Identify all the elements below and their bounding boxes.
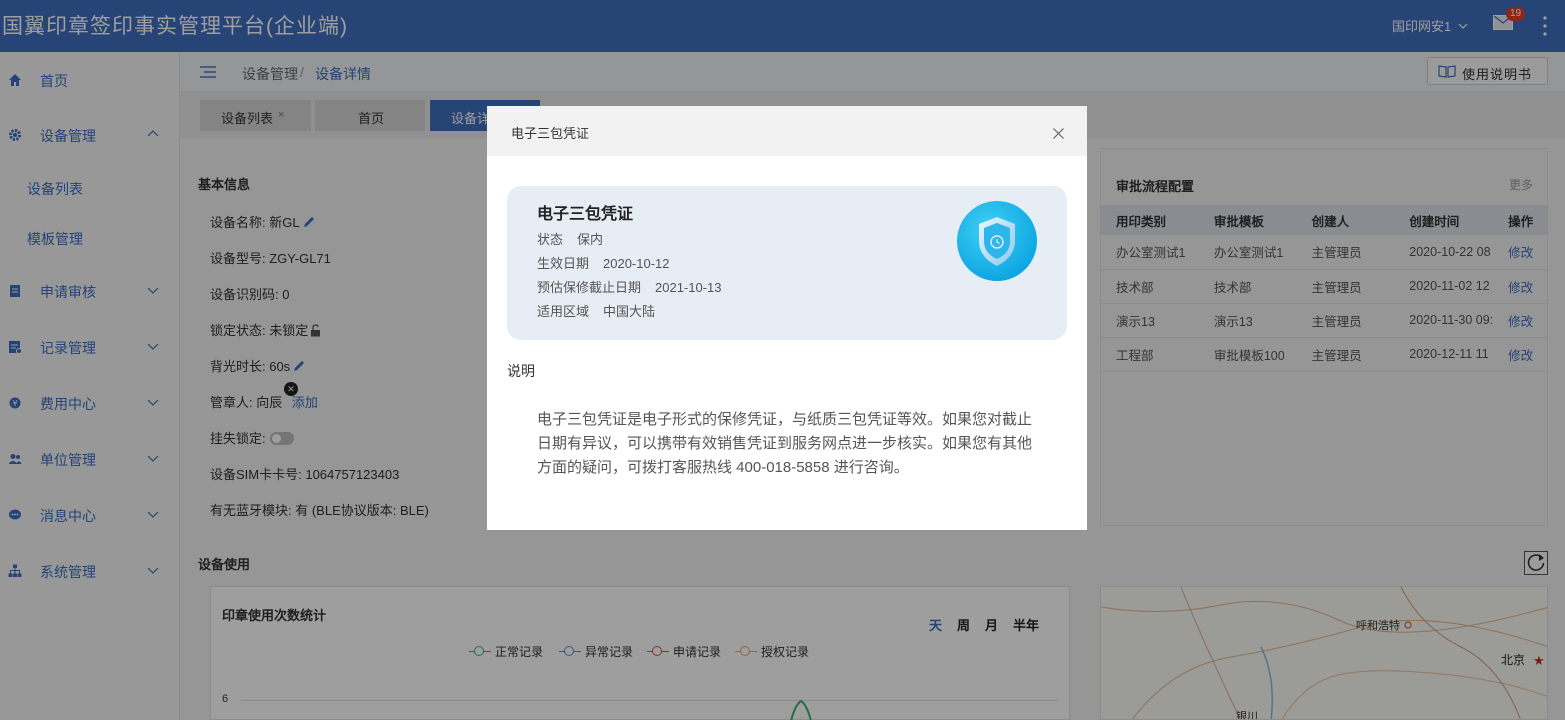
note-body: 电子三包凭证是电子形式的保修凭证，与纸质三包凭证等效。如果您对截止日期有异议，可…	[537, 411, 1033, 476]
warranty-status-row: 状态 保内	[537, 229, 603, 248]
warranty-effective-row: 生效日期 2020-10-12	[537, 253, 670, 272]
effective-date-label: 生效日期	[537, 256, 590, 271]
warranty-card: 电子三包凭证 状态 保内 生效日期 2020-10-12 预估保修截止日期 2021-…	[507, 186, 1067, 340]
warranty-expire-row: 预估保修截止日期 2021-10-13	[537, 277, 722, 296]
warranty-card-title: 电子三包凭证	[537, 206, 634, 223]
expire-date-label: 预估保修截止日期	[537, 280, 642, 295]
status-label: 状态	[537, 232, 564, 247]
warranty-region-row: 适用区域 中国大陆	[537, 301, 655, 320]
shield-clock-icon	[957, 201, 1037, 281]
modal-header: 电子三包凭证	[487, 106, 1087, 156]
close-icon[interactable]	[1053, 128, 1064, 139]
expire-date-value: 2021-10-13	[655, 280, 722, 295]
status-value: 保内	[577, 232, 604, 247]
warranty-modal: 电子三包凭证 电子三包凭证 状态 保内 生效日期 2020-10-12 预估保修截止…	[487, 106, 1087, 530]
modal-title: 电子三包凭证	[511, 126, 590, 141]
effective-date-value: 2020-10-12	[603, 256, 670, 271]
region-label: 适用区域	[537, 304, 590, 319]
note-title: 说明	[507, 363, 535, 379]
region-value: 中国大陆	[603, 304, 656, 319]
